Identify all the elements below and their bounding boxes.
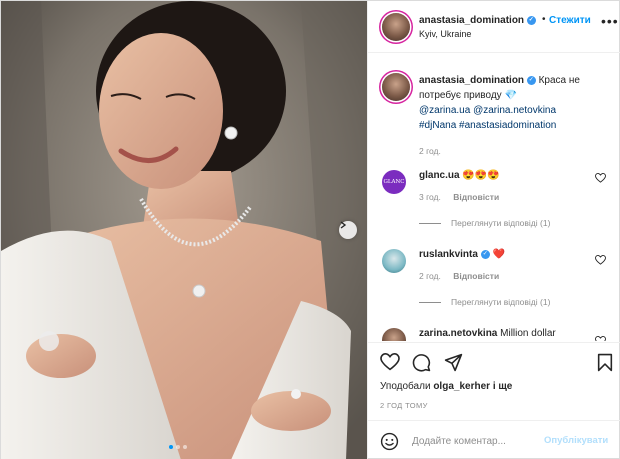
likes-username[interactable]: olga_kerher — [433, 381, 490, 392]
caption-time[interactable]: 2 год. — [419, 144, 609, 159]
verified-badge-icon: ✓ — [526, 15, 536, 25]
comment-bubble-icon[interactable] — [412, 353, 431, 372]
carousel-dots — [169, 445, 187, 449]
comment-body: glanc.ua 😍😍😍 — [419, 170, 500, 181]
heart-icon[interactable] — [595, 255, 606, 265]
view-replies-button[interactable]: Переглянути відповіді (1) — [419, 297, 550, 307]
follow-button[interactable]: Стежити — [549, 15, 591, 26]
comments-list: anastasia_domination ✓ Краса не потребує… — [368, 54, 620, 341]
location-link[interactable]: Kyiv, Ukraine — [419, 29, 471, 39]
caption-username[interactable]: anastasia_domination — [419, 75, 524, 86]
instagram-post: anastasia_domination ✓ • Стежити Kyiv, U… — [0, 0, 620, 459]
carousel-dot — [169, 445, 173, 449]
chevron-right-icon — [340, 221, 347, 229]
reply-button[interactable]: Відповісти — [453, 192, 499, 202]
comment-body: zarina.netovkina Million dollar — [419, 328, 556, 339]
comment-time[interactable]: 3 год. — [419, 192, 441, 202]
verified-badge-icon: ✓ — [526, 75, 536, 85]
view-replies-button[interactable]: Переглянути відповіді (1) — [419, 218, 550, 228]
author-username[interactable]: anastasia_domination ✓ — [419, 15, 536, 26]
avatar[interactable] — [382, 328, 406, 341]
comment-text: Million dollar — [500, 328, 556, 339]
likes-others-link[interactable]: і ще — [493, 381, 513, 392]
avatar[interactable] — [382, 13, 410, 41]
share-paper-plane-icon[interactable] — [444, 353, 463, 372]
likes-prefix: Уподобали — [380, 381, 431, 392]
post-actions: Уподобали olga_kerher і ще 2 ГОД ТОМУ Оп… — [368, 342, 620, 459]
separator-dot: • — [542, 14, 546, 25]
reply-button[interactable]: Відповісти — [453, 271, 499, 281]
glanc-logo: GLANC — [383, 179, 405, 185]
carousel-dot — [183, 445, 187, 449]
publish-button[interactable]: Опублікувати — [544, 435, 608, 446]
comment-text: ❤️ — [492, 249, 505, 260]
comment-item: zarina.netovkina Million dollar — [368, 328, 620, 341]
carousel-dot — [176, 445, 180, 449]
comment-username[interactable]: zarina.netovkina — [419, 328, 497, 339]
mention-link[interactable]: @zarina.ua — [419, 105, 470, 116]
comment-item: ruslankvinta ✓ ❤️ 2 год. Відповісти Пере… — [368, 249, 620, 319]
more-options-icon[interactable]: ••• — [601, 13, 619, 29]
comment-item: GLANC glanc.ua 😍😍😍 3 год. Відповісти Пер… — [368, 170, 620, 240]
comment-username[interactable]: glanc.ua — [419, 170, 460, 181]
like-heart-icon[interactable] — [380, 353, 400, 371]
post-timestamp[interactable]: 2 ГОД ТОМУ — [380, 401, 428, 410]
emoji-smiley-icon[interactable] — [380, 432, 399, 451]
add-comment-bar: Опублікувати — [368, 420, 620, 459]
avatar[interactable] — [382, 73, 410, 101]
author-username-text: anastasia_domination — [419, 15, 525, 26]
portrait-illustration — [1, 1, 367, 459]
post-caption: anastasia_domination ✓ Краса не потребує… — [419, 73, 609, 159]
avatar[interactable]: GLANC — [382, 170, 406, 194]
hashtag-link[interactable]: #anastasiadomination — [459, 120, 556, 131]
gem-emoji-icon: 💎 — [504, 90, 517, 101]
comment-meta: 2 год. Відповісти — [419, 271, 509, 281]
comment-text: 😍😍😍 — [462, 170, 500, 181]
heart-icon[interactable] — [595, 173, 606, 183]
mention-link[interactable]: @zarina.netovkina — [473, 105, 556, 116]
likes-summary: Уподобали olga_kerher і ще — [380, 381, 512, 392]
comment-time[interactable]: 2 год. — [419, 271, 441, 281]
carousel-next-button[interactable] — [339, 221, 357, 239]
comment-body: ruslankvinta ✓ ❤️ — [419, 249, 505, 260]
post-photo[interactable] — [1, 1, 367, 459]
comment-meta: 3 год. Відповісти — [419, 192, 509, 202]
bookmark-icon[interactable] — [597, 353, 613, 372]
post-header: anastasia_domination ✓ • Стежити Kyiv, U… — [368, 1, 620, 53]
avatar[interactable] — [382, 249, 406, 273]
comment-username[interactable]: ruslankvinta — [419, 249, 478, 260]
comment-input[interactable] — [412, 432, 562, 450]
hashtag-link[interactable]: #djNana — [419, 120, 456, 131]
verified-badge-icon: ✓ — [480, 249, 490, 259]
heart-icon[interactable] — [595, 336, 606, 341]
post-sidebar: anastasia_domination ✓ • Стежити Kyiv, U… — [367, 1, 620, 459]
